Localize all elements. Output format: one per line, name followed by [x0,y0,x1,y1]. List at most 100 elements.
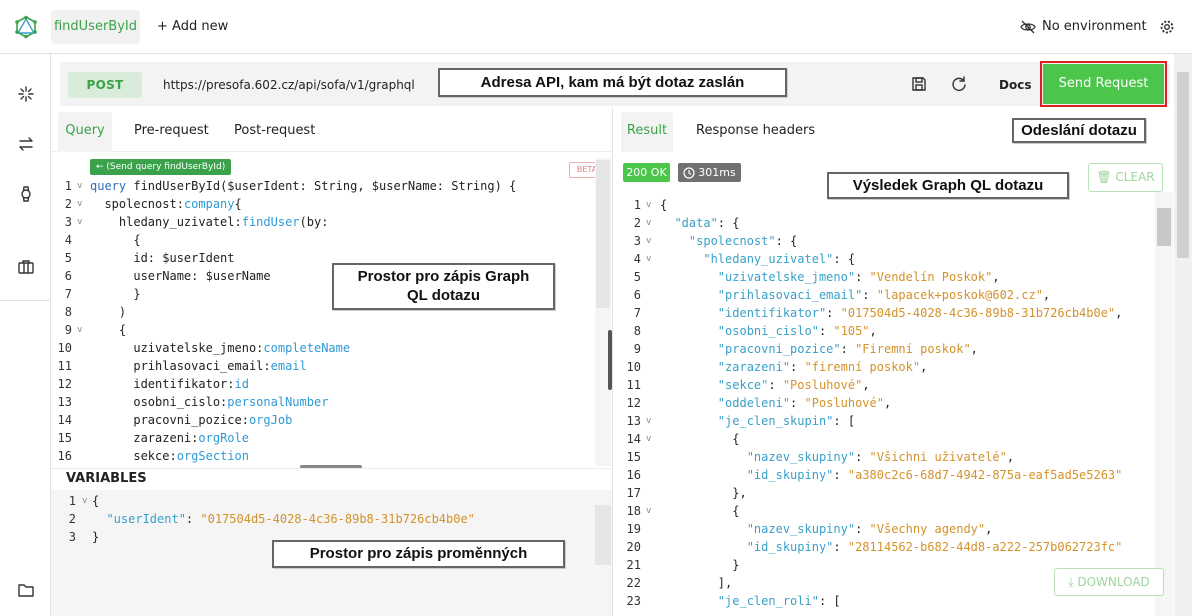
code-token: : [169,449,177,463]
code-token: } [90,287,141,301]
code-token: { [90,233,141,247]
code-token: email [270,359,307,373]
panel-divider[interactable] [612,108,613,616]
result-scrollbar[interactable] [1155,192,1173,616]
variables-scrollbar[interactable] [595,505,611,565]
variables-editor[interactable]: { "userIdent": "017504d5-4028-4c36-89b8-… [92,492,475,546]
code-token: , [1042,288,1051,302]
code-token: , [1115,306,1123,320]
code-token: company [183,197,235,211]
tab-response-headers[interactable]: Response headers [696,112,815,152]
result-code-line: "identifikator": "017504d5-4028-4c36-89b… [660,304,1123,322]
code-token: "pracovni_pozice" [660,342,841,356]
fold-arrow-icon[interactable]: v [77,199,82,209]
trash-icon: 🗑 [1096,170,1112,184]
tab-result[interactable]: Result [621,112,673,152]
annotation-query-space-line1: Prostor pro zápis Graph [357,268,530,285]
code-token: id [90,251,148,265]
send-request-button[interactable]: Send Request [1043,64,1164,104]
fold-arrow-icon[interactable]: v [646,254,651,264]
save-icon[interactable] [910,75,928,93]
result-code-line: { [660,502,1122,520]
code-token: { [660,198,668,212]
code-token: , [869,324,877,338]
watch-icon[interactable] [16,184,36,204]
code-token: "zarazeni" [660,360,791,374]
page-scroll-thumb[interactable] [1177,72,1189,258]
code-token: orgJob [248,413,293,427]
code-token: uzivatelske_jmeno [90,341,257,355]
variables-code-line: "userIdent": "017504d5-4028-4c36-89b8-31… [92,510,474,528]
variables-line-number: 3 [68,530,76,544]
code-token: ) [90,305,127,319]
fold-arrow-icon[interactable]: v [77,217,82,227]
fold-arrow-icon[interactable]: v [82,496,87,506]
fold-arrow-icon[interactable]: v [646,434,651,444]
clock-icon [683,166,695,179]
tab-pre-request[interactable]: Pre-request [134,112,209,152]
docs-button[interactable]: Docs [999,75,1031,95]
result-code-line: "je_clen_roli": [ [660,592,1122,610]
code-token: "firemní poskok" [804,360,921,374]
code-token: : [191,269,206,283]
result-code-line: "data": { [660,214,1122,232]
method-selector[interactable]: POST [68,72,142,98]
code-token: "osobni_cislo" [660,324,819,338]
tab-query[interactable]: Query [58,112,112,152]
code-token: : [855,522,870,536]
result-line-number: 9 [633,342,641,356]
environment-selector[interactable]: No environment [1020,10,1147,44]
swap-arrows-icon[interactable] [16,134,36,154]
result-line-number: 21 [626,558,641,572]
code-token: "sekce" [660,378,769,392]
refresh-icon[interactable] [950,75,968,93]
code-token: "hledany_uzivatel" [660,252,834,266]
query-line-number: 9 [64,323,72,337]
code-token: prihlasovaci_email [90,359,264,373]
query-line-number: 8 [64,305,72,319]
result-line-numbers: 1 2 3 4 5 6 7 8 9 10 11 12 13 14 15 16 17 18 19 20 21 22 23 [619,196,641,610]
result-code-line: { [660,430,1122,448]
folder-icon[interactable] [16,580,36,600]
code-token: : { [775,234,798,248]
code-token: personalNumber [227,395,329,409]
briefcase-icon[interactable] [16,257,36,277]
download-button[interactable]: ⤓ DOWNLOAD [1054,568,1164,596]
query-line-numbers: 1 2 3 4 5 6 7 8 9 10 11 12 13 14 15 16 [56,177,72,465]
query-line-number: 10 [57,341,72,355]
clear-button[interactable]: 🗑 CLEAR [1088,163,1163,192]
send-query-hint[interactable]: ← (Send query findUserById) [90,159,232,175]
fold-arrow-icon[interactable]: v [646,506,651,516]
fold-arrow-icon[interactable]: v [646,416,651,426]
code-token: : [768,378,783,392]
query-editor[interactable]: query findUserById($userIdent: String, $… [90,177,516,465]
fold-arrow-icon[interactable]: v [77,181,82,191]
fold-arrow-icon[interactable]: v [646,236,651,246]
code-token: completeName [263,341,351,355]
gear-icon[interactable] [1158,18,1176,36]
download-icon: ⤓ [1068,575,1074,589]
tab-post-request[interactable]: Post-request [234,112,315,152]
sidebar-divider [0,300,50,301]
code-token: : [147,251,163,265]
fold-arrow-icon[interactable]: v [646,218,651,228]
query-scroll-track [596,160,610,308]
add-new-tab-button[interactable]: + Add new [157,10,228,44]
tab-find-user-by-id[interactable]: findUserById [51,10,140,44]
code-token: : [185,512,201,526]
code-token: : [321,215,329,229]
code-token: , [985,522,993,536]
fold-arrow-icon[interactable]: v [77,325,82,335]
result-code-line: "uzivatelske_jmeno": "Vendelín Poskok", [660,268,1122,286]
query-code-line: sekce:orgSection [90,447,516,465]
code-token: : [855,450,870,464]
code-token: , [883,396,892,410]
code-token: : [241,413,249,427]
fold-arrow-icon[interactable]: v [646,200,651,210]
result-scroll-thumb[interactable] [1157,208,1171,246]
sparkle-icon[interactable] [16,84,36,104]
result-code-line: "hledany_uzivatel": { [660,250,1122,268]
code-token: "Všechny agendy" [869,522,986,536]
annotation-query-space-line2: QL dotazu [406,287,481,304]
url-input[interactable]: https://presofa.602.cz/api/sofa/v1/graph… [163,75,415,95]
